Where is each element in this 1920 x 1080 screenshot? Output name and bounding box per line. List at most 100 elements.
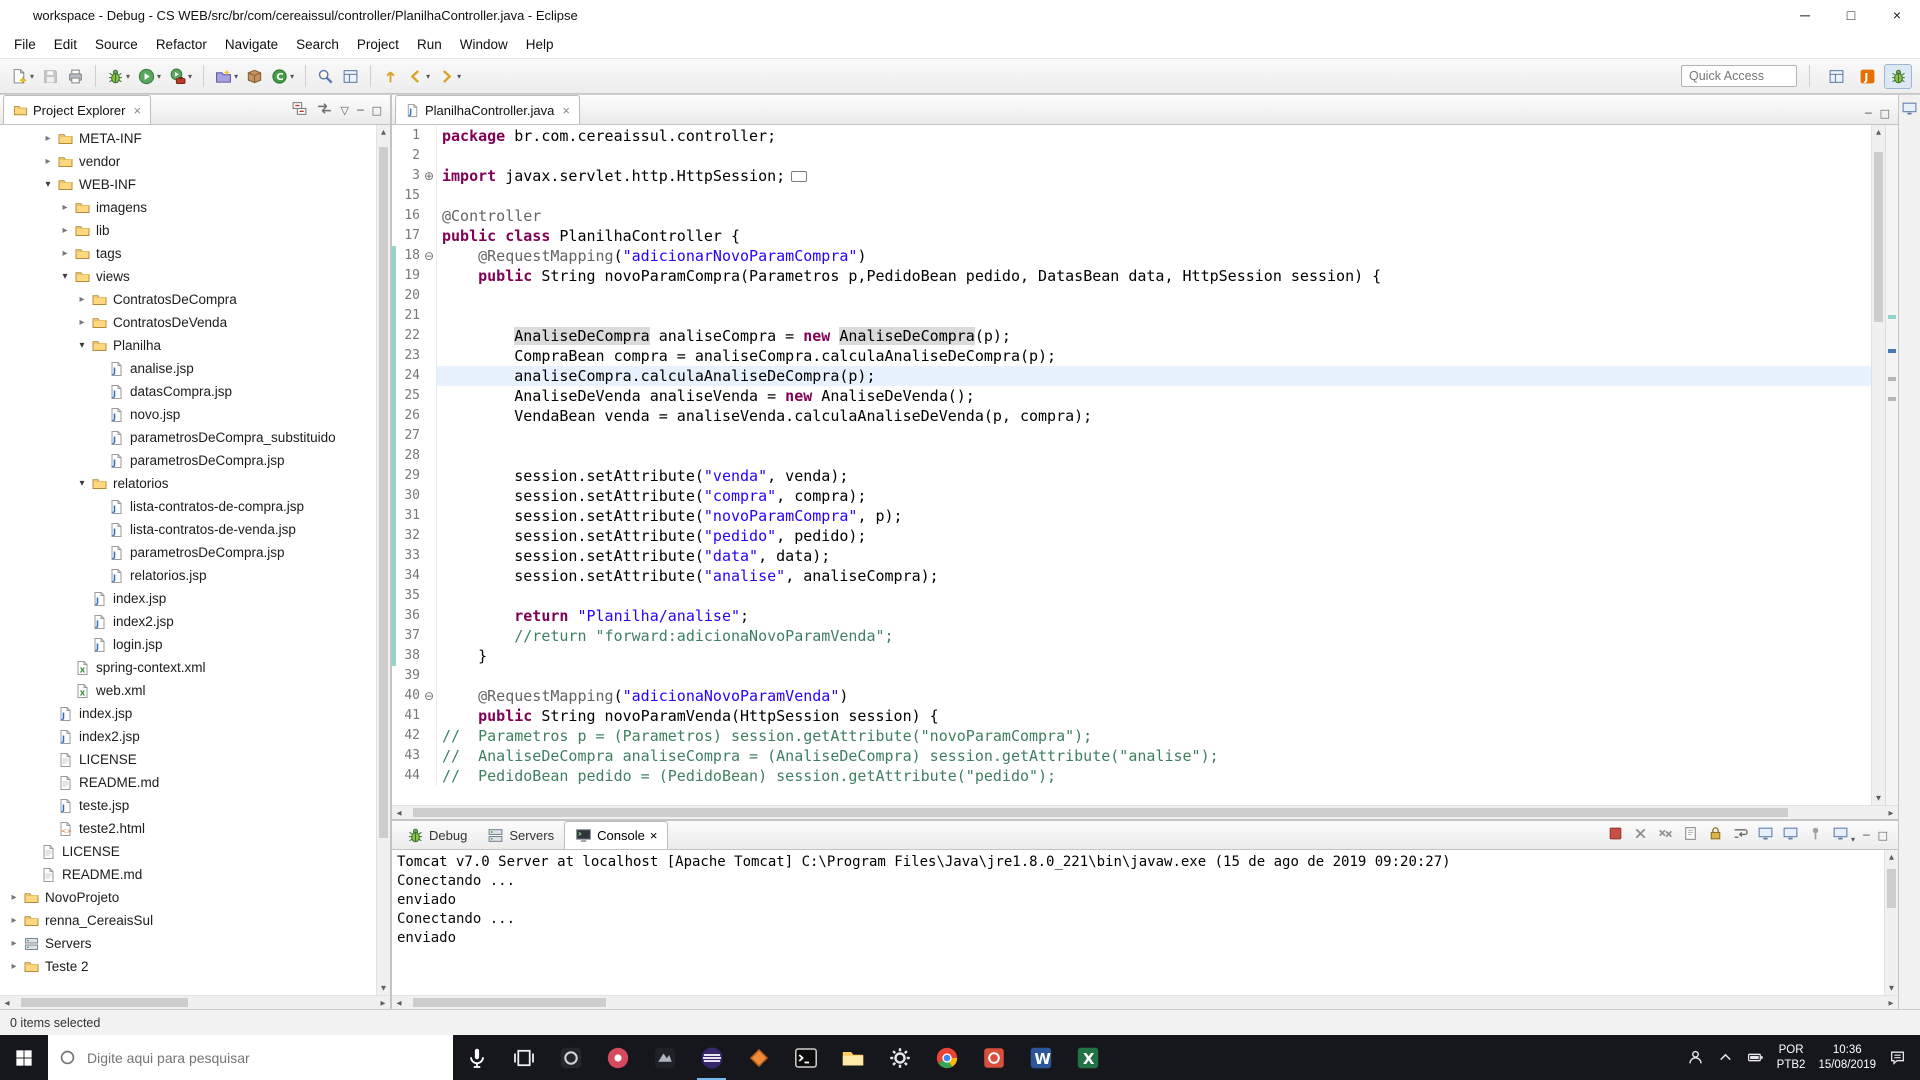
code-line-28[interactable]: 28 [392,446,1871,466]
remove-all-terminated-button[interactable] [1657,825,1674,845]
tree-item-web-inf[interactable]: ▾ WEB-INF [0,173,376,196]
menu-source[interactable]: Source [86,33,147,56]
tab-servers[interactable]: Servers [477,821,564,849]
code-line-20[interactable]: 20 [392,286,1871,306]
tree-item-planilha[interactable]: ▾ Planilha [0,334,376,357]
code-line-16[interactable]: 16 @Controller [392,206,1871,226]
console-vscrollbar[interactable]: ▲ ▼ [1884,850,1898,995]
taskbar-eclipse[interactable] [688,1035,735,1080]
expand-arrow-icon[interactable]: ▾ [74,478,90,489]
tree-item-readme-md[interactable]: README.md [0,863,376,886]
view-menu-button[interactable]: ▽ [341,104,349,117]
code-line-44[interactable]: 44 // PedidoBean pedido = (PedidoBean) se… [392,766,1871,786]
clear-console-button[interactable] [1682,825,1699,845]
scroll-left-icon[interactable]: ◀ [392,806,406,819]
scroll-left-icon[interactable]: ◀ [0,996,14,1009]
code-line-18[interactable]: 18 ⊖ @RequestMapping("adicionarNovoParamC… [392,246,1871,266]
quick-access-input[interactable] [1681,65,1797,87]
tree-item-lib[interactable]: ▸ lib [0,219,376,242]
taskbar-app-2[interactable] [594,1035,641,1080]
dropdown-arrow-icon[interactable]: ▾ [30,72,34,81]
expand-arrow-icon[interactable]: ▸ [40,133,56,144]
dropdown-arrow-icon[interactable]: ▾ [457,72,461,81]
tree-item-readme-md[interactable]: README.md [0,771,376,794]
expand-arrow-icon[interactable]: ▸ [74,317,90,328]
code-line-23[interactable]: 23 CompraBean compra = analiseCompra.cal… [392,346,1871,366]
maximize-console-button[interactable]: □ [1878,829,1888,842]
code-line-34[interactable]: 34 session.setAttribute("analise", anali… [392,566,1871,586]
scroll-down-icon[interactable]: ▼ [1872,791,1885,805]
tree-item-login-jsp[interactable]: Jlogin.jsp [0,633,376,656]
code-line-36[interactable]: 36 return "Planilha/analise"; [392,606,1871,626]
menu-help[interactable]: Help [517,33,563,56]
last-edit-location-button[interactable] [379,63,402,89]
code-line-39[interactable]: 39 [392,666,1871,686]
javaee-perspective-button[interactable]: J [1853,64,1881,89]
code-line-32[interactable]: 32 session.setAttribute("pedido", pedido… [392,526,1871,546]
dropdown-arrow-icon[interactable]: ▾ [188,72,192,81]
tree-item-datascompra-jsp[interactable]: JdatasCompra.jsp [0,380,376,403]
code-line-31[interactable]: 31 session.setAttribute("novoParamCompra… [392,506,1871,526]
editor-hscrollbar[interactable]: ◀ ▶ [392,805,1898,819]
tree-item-relatorios[interactable]: ▾ relatorios [0,472,376,495]
search-button[interactable] [314,63,337,89]
tree-item-lista-contratos-de-venda-jsp[interactable]: Jlista-contratos-de-venda.jsp [0,518,376,541]
explorer-hscrollbar[interactable]: ◀ ▶ [0,995,390,1009]
code-line-35[interactable]: 35 [392,586,1871,606]
minimized-view-icon[interactable] [1901,100,1918,117]
tree-item-web-xml[interactable]: x web.xml [0,679,376,702]
expand-arrow-icon[interactable]: ▾ [40,179,56,190]
scroll-up-icon[interactable]: ▲ [377,125,390,139]
dropdown-arrow-icon[interactable]: ▾ [126,72,130,81]
explorer-vscrollbar[interactable]: ▲ ▼ [376,125,390,995]
taskbar-search-input[interactable] [85,1048,442,1067]
expand-arrow-icon[interactable]: ▸ [57,202,73,213]
new-java-project-button[interactable]: ▾ [212,63,241,89]
word-wrap-button[interactable] [1732,825,1749,845]
taskbar-app-5[interactable] [970,1035,1017,1080]
collapse-all-button[interactable] [291,100,308,120]
debug-perspective-button[interactable] [1884,63,1912,89]
remove-launch-button[interactable] [1632,825,1649,845]
menu-search[interactable]: Search [287,33,348,56]
maximize-editor-button[interactable]: □ [1880,107,1890,120]
tree-item-renna-cereaissul[interactable]: ▸ renna_CereaisSul [0,909,376,932]
tree-item-contratosdecompra[interactable]: ▸ ContratosDeCompra [0,288,376,311]
tree-item-meta-inf[interactable]: ▸ META-INF [0,127,376,150]
code-line-42[interactable]: 42 // Parametros p = (Parametros) session… [392,726,1871,746]
start-button[interactable] [0,1035,48,1080]
taskbar-terminal[interactable] [782,1035,829,1080]
tree-item-parametrosdecompra-jsp[interactable]: JparametrosDeCompra.jsp [0,541,376,564]
taskbar-excel[interactable]: X [1064,1035,1111,1080]
dropdown-arrow-icon[interactable]: ▾ [426,72,430,81]
expand-arrow-icon[interactable]: ▸ [74,294,90,305]
close-icon[interactable]: × [562,103,570,118]
battery-icon[interactable] [1747,1049,1764,1066]
tree-item-analise-jsp[interactable]: Janalise.jsp [0,357,376,380]
expand-arrow-icon[interactable]: ▸ [6,892,22,903]
tree-item-index-jsp[interactable]: Jindex.jsp [0,702,376,725]
tree-item-index-jsp[interactable]: Jindex.jsp [0,587,376,610]
open-console-button[interactable]: ▾ [1832,825,1855,845]
code-line-37[interactable]: 37 //return "forward:adicionaNovoParamVe… [392,626,1871,646]
menu-window[interactable]: Window [451,33,517,56]
menu-navigate[interactable]: Navigate [216,33,287,56]
code-line-17[interactable]: 17 public class PlanilhaController { [392,226,1871,246]
code-line-43[interactable]: 43 // AnaliseDeCompra analiseCompra = (An… [392,746,1871,766]
code-line-24[interactable]: 24 analiseCompra.calculaAnaliseDeCompra(… [392,366,1871,386]
tree-item-relatorios-jsp[interactable]: Jrelatorios.jsp [0,564,376,587]
tree-item-parametrosdecompra-jsp[interactable]: JparametrosDeCompra.jsp [0,449,376,472]
code-line-3[interactable]: 3 ⊕ import javax.servlet.http.HttpSession; [392,166,1871,186]
taskbar-file-explorer[interactable] [829,1035,876,1080]
close-window-button[interactable]: × [1874,0,1920,30]
fold-marker-icon[interactable]: ⊖ [422,686,437,706]
dropdown-arrow-icon[interactable]: ▾ [290,72,294,81]
dropdown-arrow-icon[interactable]: ▾ [1851,835,1855,844]
menu-refactor[interactable]: Refactor [147,33,216,56]
language-indicator[interactable]: POR PTB2 [1777,1043,1806,1073]
dictation-button[interactable] [453,1035,500,1080]
code-line-1[interactable]: 1 package br.com.cereaissul.controller; [392,126,1871,146]
overview-ruler[interactable] [1885,125,1898,805]
notification-center-icon[interactable] [1889,1049,1906,1066]
tree-item-parametrosdecompra-substituido[interactable]: JparametrosDeCompra_substituido [0,426,376,449]
